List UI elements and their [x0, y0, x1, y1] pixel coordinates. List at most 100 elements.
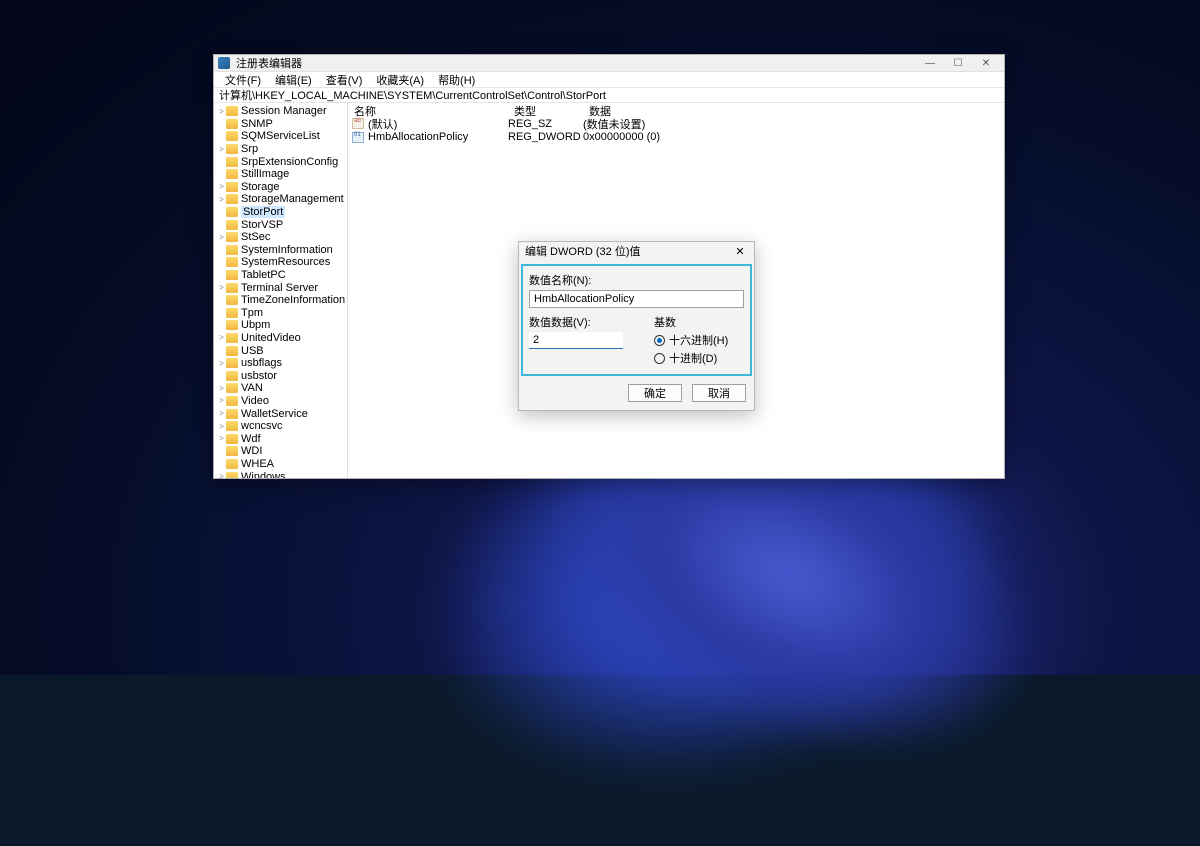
- tree-item[interactable]: >wcncsvc: [214, 420, 347, 433]
- tree-item[interactable]: > Video: [214, 395, 347, 408]
- radio-icon: [654, 335, 665, 346]
- radio-dec[interactable]: 十进制(D): [654, 350, 744, 366]
- chevron-icon[interactable]: >: [217, 359, 226, 368]
- tree-item[interactable]: >Srp: [214, 143, 347, 156]
- menu-edit[interactable]: 编辑(E): [269, 72, 318, 88]
- tree-item[interactable]: > VAN: [214, 382, 347, 395]
- name-input[interactable]: [529, 290, 744, 308]
- list-panel[interactable]: 名称 类型 数据 (默认) REG_SZ (数值未设置) HmbAllocati…: [348, 103, 1004, 478]
- addressbar[interactable]: 计算机\HKEY_LOCAL_MACHINE\SYSTEM\CurrentCon…: [214, 88, 1004, 103]
- tree-item[interactable]: > StorageManagement: [214, 193, 347, 206]
- folder-icon: [226, 207, 238, 217]
- tree-item-label: SrpExtensionConfig: [241, 156, 338, 168]
- tree-item-label: VAN: [241, 382, 263, 394]
- folder-icon: [226, 409, 238, 419]
- tree-item-label: WDI: [241, 445, 262, 457]
- chevron-icon[interactable]: >: [217, 233, 226, 242]
- cancel-button[interactable]: 取消: [692, 384, 746, 402]
- chevron-icon[interactable]: >: [217, 409, 226, 418]
- close-button[interactable]: ✕: [972, 55, 1000, 72]
- folder-icon: [226, 295, 238, 305]
- list-row[interactable]: HmbAllocationPolicy REG_DWORD 0x00000000…: [348, 131, 1004, 145]
- folder-icon: [226, 308, 238, 318]
- tree-item[interactable]: SQMServiceList: [214, 130, 347, 143]
- tree-panel[interactable]: >Session ManagerSNMPSQMServiceList>SrpSr…: [214, 103, 348, 478]
- tree-item[interactable]: StorVSP: [214, 218, 347, 231]
- name-label: 数值名称(N):: [529, 272, 744, 288]
- tree-item[interactable]: SrpExtensionConfig: [214, 155, 347, 168]
- tree-item-label: TimeZoneInformation: [241, 294, 345, 306]
- tree-item-label: StorageManagement: [241, 193, 344, 205]
- chevron-icon[interactable]: >: [217, 396, 226, 405]
- base-label: 基数: [654, 314, 744, 330]
- tree-item[interactable]: usbstor: [214, 369, 347, 382]
- tree-item[interactable]: USB: [214, 344, 347, 357]
- app-icon: [218, 57, 230, 69]
- chevron-icon[interactable]: >: [217, 283, 226, 292]
- menu-help[interactable]: 帮助(H): [432, 72, 481, 88]
- radio-hex[interactable]: 十六进制(H): [654, 332, 744, 348]
- tree-item-label: Terminal Server: [241, 282, 318, 294]
- regedit-window: 注册表编辑器 — ☐ ✕ 文件(F) 编辑(E) 查看(V) 收藏夹(A) 帮助…: [213, 54, 1005, 479]
- tree-item-label: usbflags: [241, 357, 282, 369]
- menu-view[interactable]: 查看(V): [320, 72, 369, 88]
- tree-item-label: TabletPC: [241, 269, 286, 281]
- chevron-icon[interactable]: >: [217, 145, 226, 154]
- folder-icon: [226, 383, 238, 393]
- chevron-icon[interactable]: >: [217, 333, 226, 342]
- tree-item[interactable]: SystemInformation: [214, 244, 347, 257]
- titlebar[interactable]: 注册表编辑器 — ☐ ✕: [214, 55, 1004, 72]
- folder-icon: [226, 371, 238, 381]
- tree-item[interactable]: StillImage: [214, 168, 347, 181]
- tree-item[interactable]: SystemResources: [214, 256, 347, 269]
- tree-item[interactable]: Tpm: [214, 307, 347, 320]
- value-data-input[interactable]: [529, 332, 623, 349]
- highlighted-section: 数值名称(N): 数值数据(V): 基数 十六进制(: [521, 264, 752, 376]
- chevron-icon[interactable]: >: [217, 434, 226, 443]
- value-data: 0x00000000 (0): [583, 131, 1004, 143]
- tree-item[interactable]: WDI: [214, 445, 347, 458]
- chevron-icon[interactable]: >: [217, 107, 226, 116]
- tree-item-label: Video: [241, 395, 269, 407]
- chevron-icon[interactable]: >: [217, 195, 226, 204]
- radio-hex-label: 十六进制(H): [669, 332, 728, 348]
- tree-item[interactable]: >StSec: [214, 231, 347, 244]
- value-data: (数值未设置): [583, 116, 1004, 132]
- menu-favorites[interactable]: 收藏夹(A): [370, 72, 430, 88]
- folder-icon: [226, 283, 238, 293]
- folder-icon: [226, 333, 238, 343]
- dialog-close-button[interactable]: ✕: [732, 245, 748, 258]
- tree-item-label: StorVSP: [241, 219, 283, 231]
- col-header-type[interactable]: 类型: [508, 103, 583, 117]
- tree-item[interactable]: SNMP: [214, 118, 347, 131]
- maximize-button[interactable]: ☐: [944, 55, 972, 72]
- tree-item[interactable]: TimeZoneInformation: [214, 294, 347, 307]
- ok-button[interactable]: 确定: [628, 384, 682, 402]
- menu-file[interactable]: 文件(F): [219, 72, 267, 88]
- window-title: 注册表编辑器: [236, 55, 916, 71]
- tree-item[interactable]: >Session Manager: [214, 105, 347, 118]
- tree-item-label: WalletService: [241, 408, 308, 420]
- chevron-icon[interactable]: >: [217, 422, 226, 431]
- content-area: >Session ManagerSNMPSQMServiceList>SrpSr…: [214, 103, 1004, 478]
- folder-icon: [226, 119, 238, 129]
- list-row[interactable]: (默认) REG_SZ (数值未设置): [348, 117, 1004, 131]
- chevron-icon[interactable]: >: [217, 384, 226, 393]
- tree-item[interactable]: TabletPC: [214, 269, 347, 282]
- tree-item[interactable]: Ubpm: [214, 319, 347, 332]
- tree-item[interactable]: > Terminal Server: [214, 281, 347, 294]
- minimize-button[interactable]: —: [916, 55, 944, 72]
- chevron-icon[interactable]: >: [217, 182, 226, 191]
- tree-item[interactable]: >Storage: [214, 181, 347, 194]
- tree-item[interactable]: WHEA: [214, 458, 347, 471]
- tree-item[interactable]: > WalletService: [214, 407, 347, 420]
- dialog-titlebar[interactable]: 编辑 DWORD (32 位)值 ✕: [519, 242, 754, 260]
- tree-item[interactable]: >Wdf: [214, 432, 347, 445]
- tree-item[interactable]: >UnitedVideo: [214, 332, 347, 345]
- folder-icon: [226, 106, 238, 116]
- chevron-icon[interactable]: >: [217, 472, 226, 478]
- tree-item[interactable]: > usbflags: [214, 357, 347, 370]
- tree-item[interactable]: StorPort: [214, 206, 347, 219]
- tree-item[interactable]: >Windows: [214, 470, 347, 478]
- edit-dword-dialog: 编辑 DWORD (32 位)值 ✕ 数值名称(N): 数值数据(V):: [518, 241, 755, 411]
